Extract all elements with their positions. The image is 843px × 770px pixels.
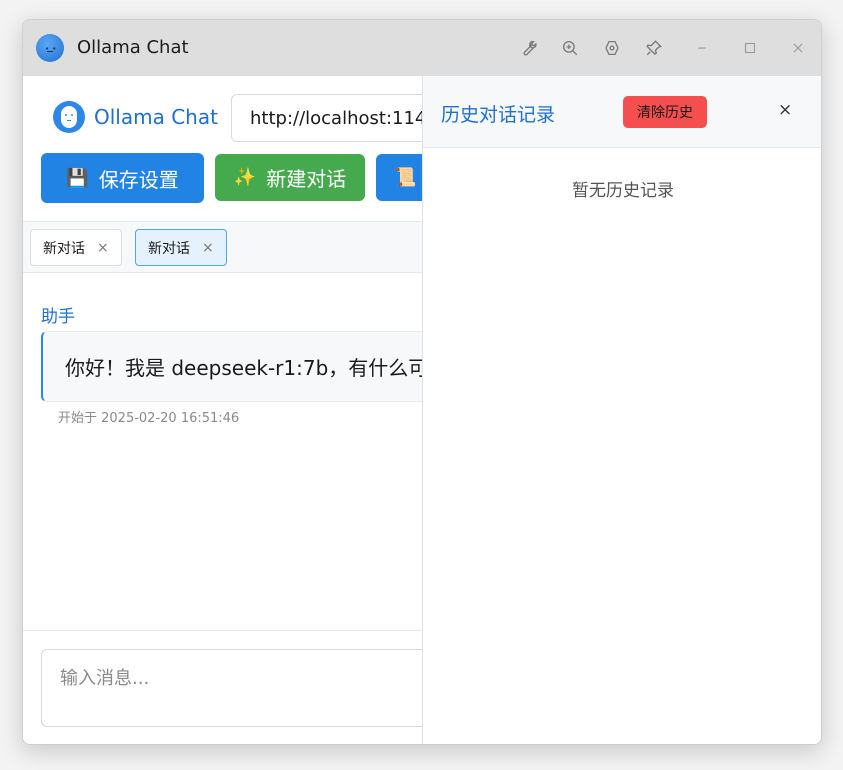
zoom-in-icon[interactable] [556, 34, 584, 62]
new-chat-button[interactable]: ✨ 新建对话 [215, 154, 365, 201]
history-panel: 历史对话记录 清除历史 × 暂无历史记录 [422, 76, 821, 744]
title-bar[interactable]: •• Ollama Chat [23, 20, 821, 76]
pin-icon[interactable] [640, 34, 668, 62]
app-window: •• Ollama Chat Ollama Chat http://localh… [22, 19, 822, 745]
message-input[interactable] [41, 649, 441, 727]
chat-panel: Ollama Chat 💾 保存设置 ✨ 新建对话 📜 新对话 × 新对话 × … [23, 76, 451, 744]
clear-history-button[interactable]: 清除历史 [623, 96, 707, 128]
server-url-input[interactable] [231, 94, 451, 142]
brand-name: Ollama Chat [94, 105, 218, 129]
ollama-app-icon: •• [36, 34, 64, 62]
history-close-icon[interactable]: × [778, 100, 792, 120]
maximize-icon[interactable] [736, 34, 764, 62]
tab-close-icon[interactable]: × [202, 240, 214, 256]
window-title: Ollama Chat [77, 37, 189, 58]
minimize-icon[interactable] [688, 34, 716, 62]
tab-close-icon[interactable]: × [97, 240, 109, 256]
sparkles-icon: ✨ [233, 167, 257, 188]
close-icon[interactable] [784, 34, 812, 62]
floppy-disk-icon: 💾 [66, 167, 89, 189]
save-settings-label: 保存设置 [98, 167, 179, 192]
tab-chat-1[interactable]: 新对话 × [30, 229, 122, 266]
new-chat-label: 新建对话 [266, 167, 347, 191]
chat-tabs-bar: 新对话 × 新对话 × [23, 221, 423, 273]
assistant-message: 你好！我是 deepseek-r1:7b，有什么可以帮你的吗？ [41, 331, 441, 402]
tab-label: 新对话 [148, 240, 190, 257]
brand: Ollama Chat [53, 101, 218, 133]
wrench-icon[interactable] [514, 34, 542, 62]
assistant-message-text: 你好！我是 deepseek-r1:7b，有什么可以帮你的吗？ [65, 356, 441, 380]
history-empty-text: 暂无历史记录 [572, 181, 674, 201]
ollama-logo-icon [53, 101, 85, 133]
history-title: 历史对话记录 [441, 104, 556, 126]
composer [23, 630, 441, 744]
message-timestamp: 开始于 2025-02-20 16:51:46 [58, 411, 240, 426]
scroll-icon: 📜 [394, 167, 417, 188]
assistant-role-label: 助手 [41, 307, 75, 327]
tab-label: 新对话 [43, 240, 85, 257]
hexagon-gear-icon[interactable] [598, 34, 626, 62]
save-settings-button[interactable]: 💾 保存设置 [41, 153, 204, 203]
tab-chat-2[interactable]: 新对话 × [135, 229, 227, 266]
history-header: 历史对话记录 清除历史 × [423, 76, 821, 148]
